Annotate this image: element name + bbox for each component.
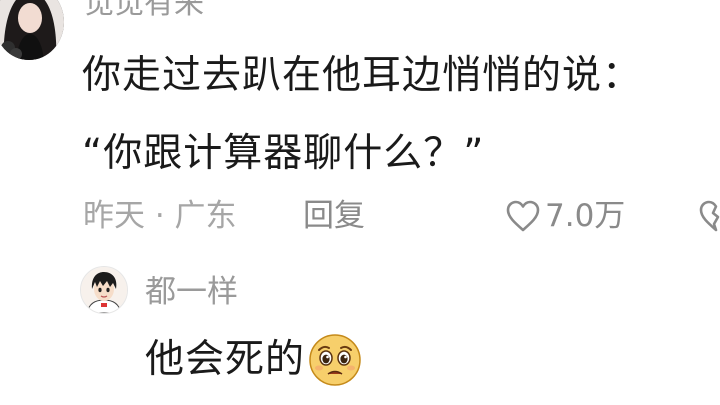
comment-text-line-1: 你走过去趴在他耳边悄悄的说： xyxy=(82,53,643,98)
reply-text: 他会死的 xyxy=(145,337,306,382)
reply-button[interactable]: 回复 xyxy=(303,196,365,236)
like-count: 7.0万 xyxy=(545,198,626,234)
comment-thread: 觅觅有来^ 你走过去趴在他耳边悄悄的说： “你跟计算器聊什么？” 昨天 · 广东… xyxy=(0,0,720,405)
comment-text-line-2: “你跟计算器聊什么？” xyxy=(82,131,485,176)
broken-heart-icon[interactable] xyxy=(698,199,720,233)
user-avatar-photo xyxy=(0,0,64,60)
reply-content: 他会死的 xyxy=(145,334,363,386)
reply-user-avatar[interactable] xyxy=(80,266,128,314)
anime-boy-avatar xyxy=(81,267,127,313)
like-button[interactable]: 7.0万 xyxy=(505,196,625,236)
reply-username[interactable]: 都一样 xyxy=(145,272,238,312)
user-avatar[interactable] xyxy=(0,0,64,60)
heart-outline-icon xyxy=(506,200,540,232)
pleading-face-emoji xyxy=(309,334,361,386)
comment-username[interactable]: 觅觅有来^ xyxy=(84,0,229,22)
comment-time-location: 昨天 · 广东 xyxy=(83,198,237,234)
